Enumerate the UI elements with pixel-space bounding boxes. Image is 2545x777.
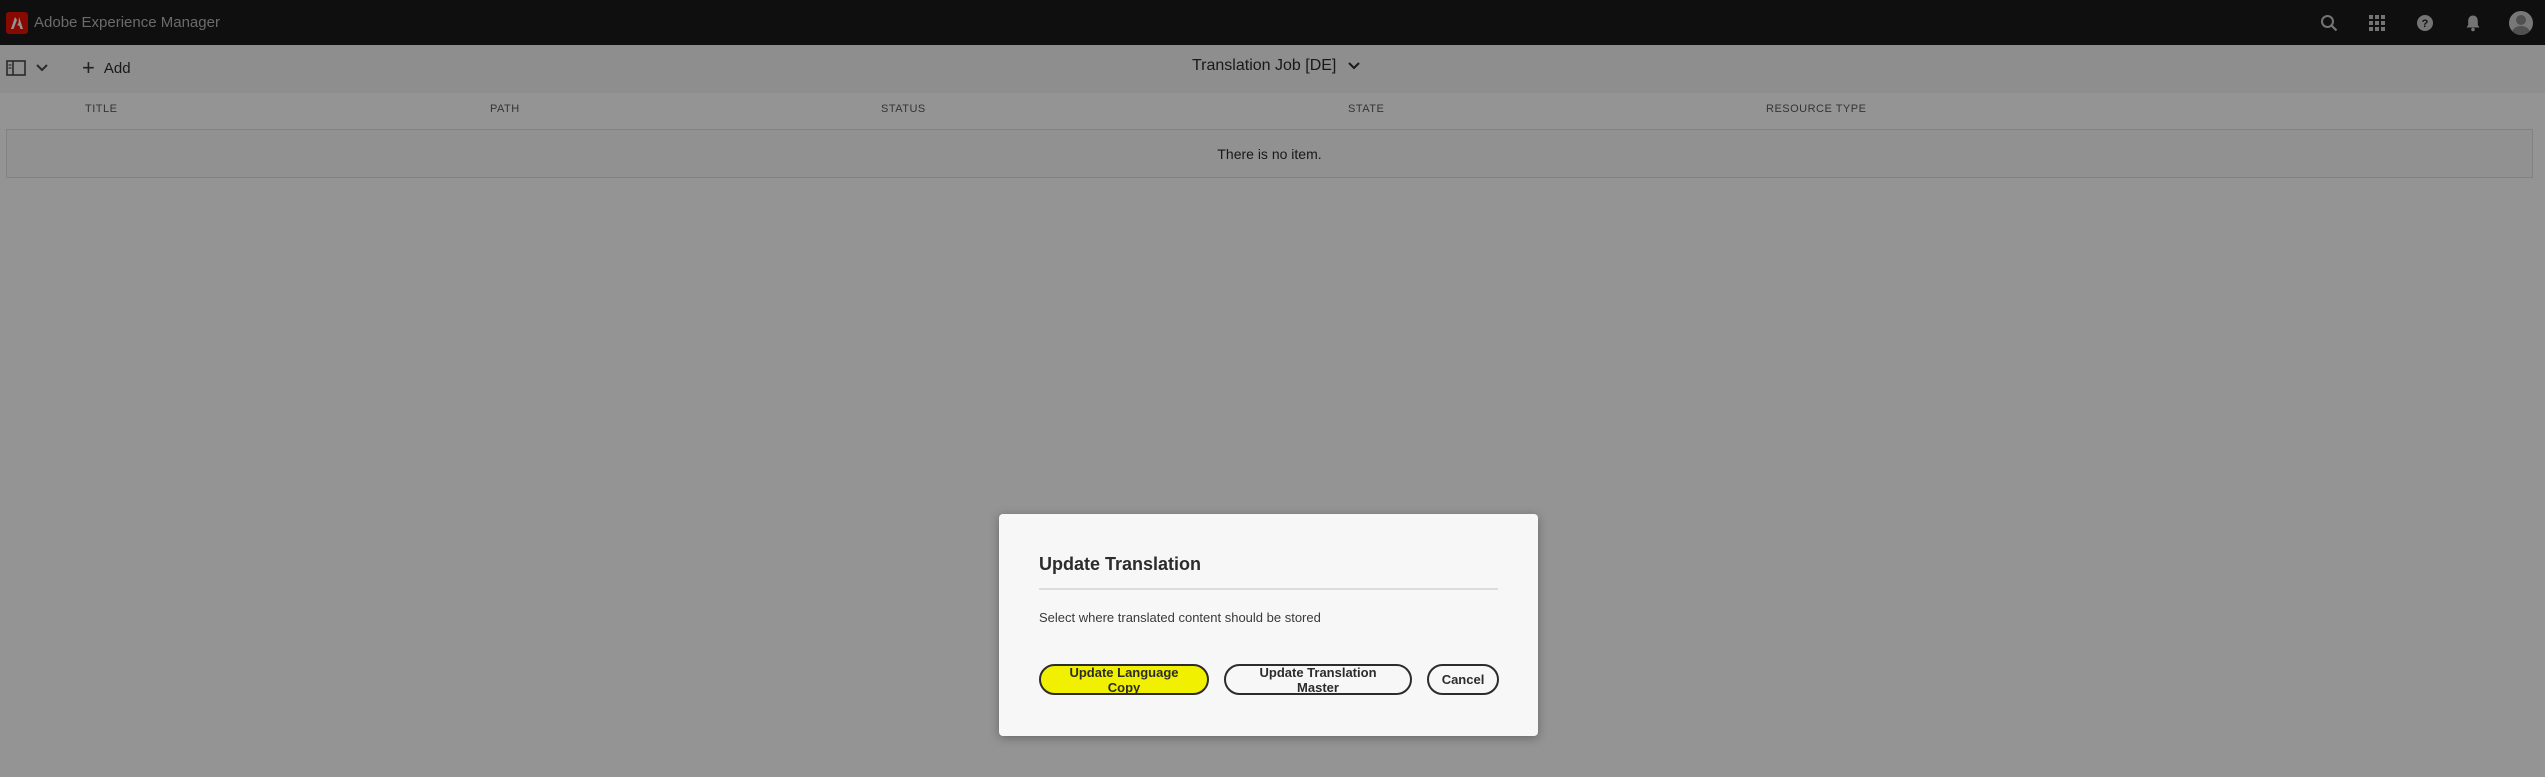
update-translation-dialog: Update Translation Select where translat…: [999, 514, 1538, 736]
update-translation-master-button[interactable]: Update Translation Master: [1224, 664, 1412, 695]
dialog-message: Select where translated content should b…: [1039, 610, 1321, 625]
dialog-buttons: Update Language Copy Update Translation …: [1039, 664, 1499, 695]
cancel-button[interactable]: Cancel: [1427, 664, 1499, 695]
dialog-title: Update Translation: [1039, 554, 1202, 574]
update-language-copy-button[interactable]: Update Language Copy: [1039, 664, 1209, 695]
dialog-divider: [1039, 588, 1498, 590]
